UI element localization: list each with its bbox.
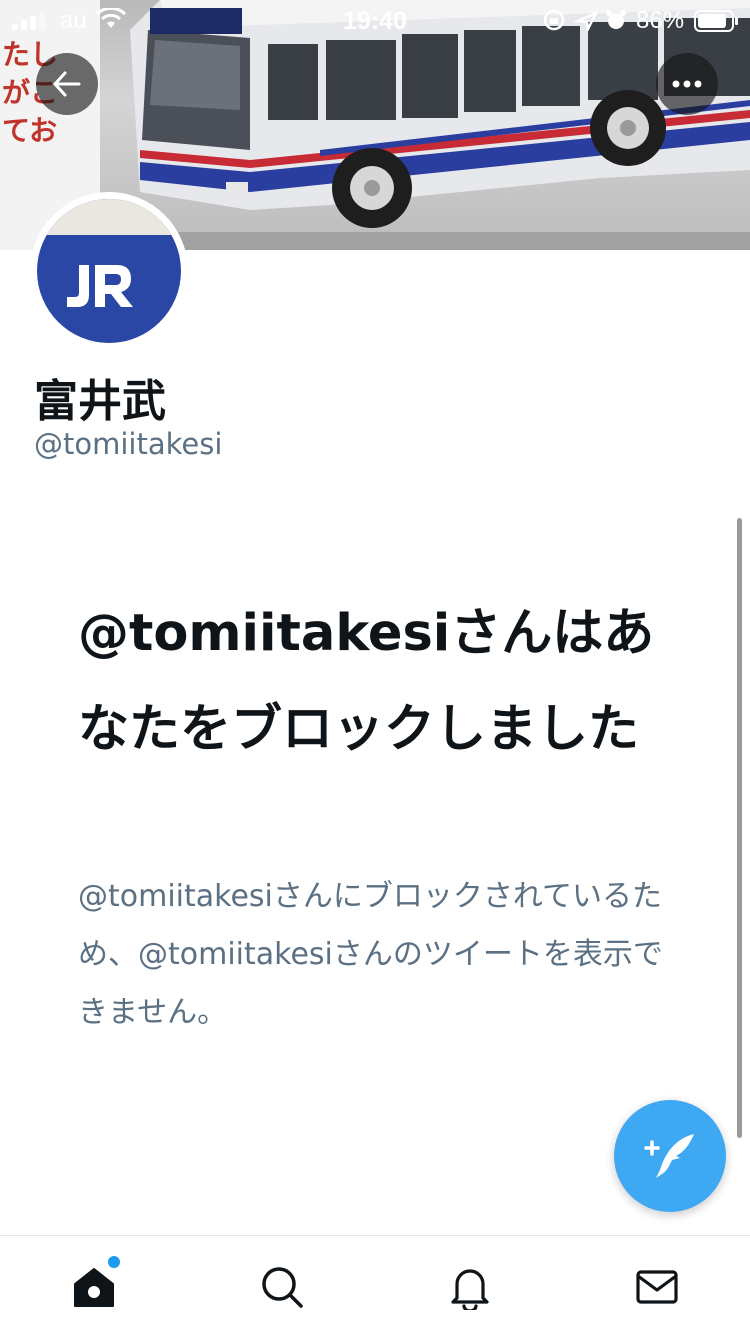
nav-search-tab[interactable]: [232, 1252, 332, 1322]
bell-icon: [451, 1269, 489, 1310]
alarm-icon: [606, 10, 626, 29]
location-arrow-icon: [573, 10, 599, 31]
bottom-navigation-bar: [0, 1235, 750, 1335]
battery-icon: [694, 10, 738, 32]
arrow-left-icon: [53, 71, 81, 97]
orientation-lock-icon: [544, 9, 565, 31]
jr-logo-icon: [67, 265, 133, 307]
status-bar: au 19:40 86%: [0, 0, 750, 40]
home-new-content-badge: [108, 1256, 120, 1268]
search-icon: [262, 1267, 303, 1308]
profile-handle: @tomiitakesi: [34, 427, 223, 461]
more-horizontal-icon: [672, 80, 702, 88]
feather-plus-icon: [644, 1134, 694, 1178]
battery-percent: 86%: [636, 7, 685, 34]
mail-icon: [636, 1270, 678, 1304]
profile-avatar[interactable]: [30, 192, 188, 350]
home-icon: [74, 1268, 114, 1307]
blocked-title: @tomiitakesiさんはあなたをブロックしました: [78, 604, 655, 759]
blocked-description: @tomiitakesiさんにブロックされているため、@tomiitakesiさ…: [78, 879, 663, 1030]
nav-home-tab[interactable]: [44, 1252, 144, 1322]
avatar-image: [37, 199, 181, 343]
nav-notifications-tab[interactable]: [420, 1252, 520, 1322]
nav-messages-tab[interactable]: [607, 1252, 707, 1322]
compose-tweet-button[interactable]: [614, 1100, 726, 1212]
scrollbar[interactable]: [737, 518, 742, 1138]
profile-display-name: 富井武: [34, 376, 166, 427]
status-icons: [544, 9, 626, 31]
more-options-button[interactable]: [656, 53, 718, 115]
back-button[interactable]: [36, 53, 98, 115]
